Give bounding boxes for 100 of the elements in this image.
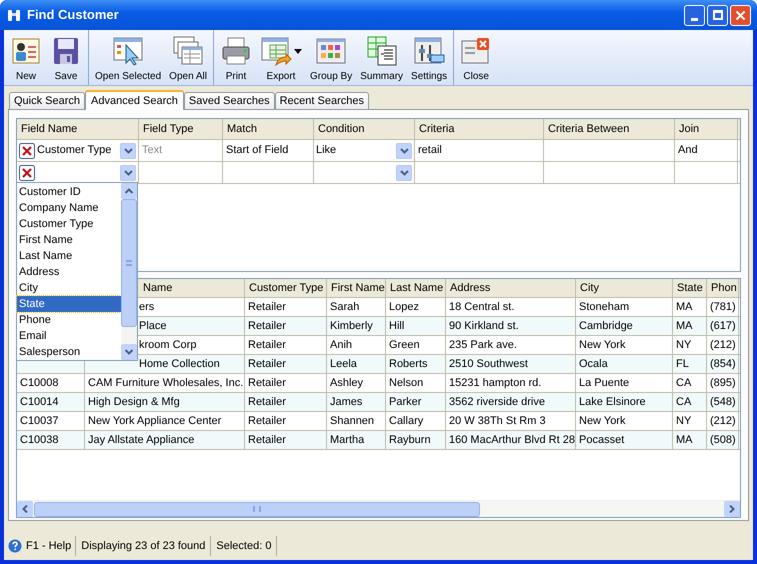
toolbar-button[interactable]: Open All [165, 30, 211, 85]
toolbar-button[interactable]: Summary [356, 30, 408, 85]
scroll-up-icon[interactable] [121, 183, 137, 199]
table-cell-text: (508) [710, 432, 736, 448]
toolbar-button[interactable]: Group By [306, 30, 356, 85]
column-header[interactable]: Join [675, 119, 738, 139]
tab[interactable]: Quick Search [9, 92, 86, 109]
table-cell-text: NY [676, 338, 692, 353]
dropdown-item[interactable]: Address [17, 264, 121, 280]
toolbar-button[interactable]: Open Selected [91, 30, 166, 85]
table-cell-text: (781) [710, 300, 736, 315]
column-header[interactable]: Phon [707, 279, 739, 297]
table-cell-text: Lake Elsinore [579, 394, 646, 410]
column-header[interactable]: Criteria [415, 119, 544, 139]
table-cell-text: Callary [389, 414, 424, 429]
table-cell-text: Hill [389, 318, 404, 334]
caret-icon[interactable] [294, 48, 302, 54]
column-header[interactable]: State [673, 279, 707, 297]
help-hint: F1 - Help [22, 536, 76, 556]
table-cell-text: Rayburn [389, 432, 431, 448]
delete-row-icon[interactable] [19, 164, 35, 180]
table-cell-text: 90 Kirkland st. [449, 318, 519, 334]
table-cell-text: 3562 riverside drive [449, 394, 545, 410]
table-cell-text: (212) [710, 338, 736, 353]
tab[interactable]: Saved Searches [184, 92, 275, 109]
table-cell-text: CAM Furniture Wholesales, Inc. [88, 376, 244, 391]
toolbar-button[interactable]: New [6, 30, 46, 85]
dropdown-item[interactable]: State [17, 296, 121, 312]
column-header[interactable]: Address [446, 279, 576, 297]
maximize-button[interactable] [707, 4, 728, 26]
table-cell-text: Martha [330, 432, 364, 448]
printer-icon [220, 35, 252, 67]
table-cell-text: Cambridge [579, 318, 633, 334]
table-cell-text: (212) [710, 414, 736, 429]
toolbar-button[interactable]: Save [46, 30, 86, 85]
table-cell-text: Place [139, 318, 167, 334]
scroll-thumb[interactable] [121, 199, 137, 327]
table-cell-text: C10014 [20, 394, 59, 410]
scroll-right-icon[interactable] [724, 501, 740, 517]
dropdown-item[interactable]: Last Name [17, 248, 121, 264]
table-cell-text: C10008 [20, 376, 59, 391]
scroll-left-icon[interactable] [17, 501, 33, 517]
table-cell-text: New York [579, 414, 626, 429]
table-cell-text: 2510 Southwest [449, 356, 528, 372]
minimize-button[interactable] [684, 4, 705, 26]
table-cell-text: FL [676, 356, 689, 372]
table-cell-text: Stoneham [579, 300, 630, 315]
delete-row-icon[interactable] [19, 142, 35, 158]
table-cell-text: CA [676, 394, 692, 410]
tab[interactable]: Recent Searches [274, 92, 369, 109]
table-cell-text: kroom Corp [139, 338, 196, 353]
toolbar-button[interactable]: Print [216, 30, 256, 85]
table-cell-text: Leela [330, 356, 357, 372]
field-name-value: Customer Type [37, 144, 112, 156]
table-cell-text: Retailer [248, 300, 286, 315]
vertical-scrollbar[interactable] [121, 183, 137, 360]
table-cell-text: 160 MacArthur Blvd Rt 28 [449, 432, 575, 448]
table-cell-text: Retailer [248, 394, 286, 410]
toolbar-button[interactable]: Close [456, 30, 496, 85]
table-cell-text: (617) [710, 318, 736, 334]
dropdown-item[interactable]: First Name [17, 232, 121, 248]
table-cell-text: Green [389, 338, 420, 353]
toolbar-button[interactable]: Settings [407, 30, 452, 85]
dropdown-item[interactable]: Email [17, 328, 121, 344]
table-cell-text: Ashley [330, 376, 364, 391]
dropdown-item[interactable]: Phone [17, 312, 121, 328]
table-cell-text: Text [142, 143, 162, 158]
column-header[interactable]: Field Type [139, 119, 223, 139]
table-cell-text: Retailer [248, 356, 286, 372]
table-cell-text: Retailer [248, 432, 286, 448]
table-cell-text: Home Collection [139, 356, 220, 372]
scroll-down-icon[interactable] [121, 344, 137, 360]
column-header[interactable]: City [576, 279, 673, 297]
sheet-list-icon [366, 35, 398, 67]
column-header[interactable]: Match [223, 119, 314, 139]
column-header[interactable]: Customer Type [245, 279, 327, 297]
column-header[interactable]: First Name [327, 279, 386, 297]
close-button[interactable] [730, 4, 751, 26]
condition-value: Like [316, 144, 336, 156]
table-cell-text: MA [676, 300, 692, 315]
table-cell-text: Retailer [248, 318, 286, 334]
scroll-thumb[interactable] [34, 502, 480, 516]
table-cell-text: 15231 hampton rd. [449, 376, 542, 391]
close-icon[interactable] [735, 10, 746, 20]
dropdown-item[interactable]: Salesperson [17, 344, 121, 360]
table-cell-text: (854) [710, 356, 736, 372]
stacked-windows-icon [172, 35, 204, 67]
column-header[interactable]: Condition [314, 119, 415, 139]
toolbar-button[interactable]: Export [256, 30, 306, 85]
table-cell-text: Jay Allstate Appliance [88, 432, 194, 448]
column-header[interactable]: Criteria Between [544, 119, 675, 139]
table-cell-text: Anih [330, 338, 352, 353]
dropdown-item[interactable]: Company Name [17, 200, 121, 216]
column-header[interactable]: Last Name [386, 279, 446, 297]
tab[interactable]: Advanced Search [85, 90, 184, 110]
dropdown-item[interactable]: Customer ID [17, 184, 121, 200]
table-cell-text: Kimberly [330, 318, 373, 334]
horizontal-scrollbar[interactable] [17, 500, 740, 517]
dropdown-item[interactable]: Customer Type [17, 216, 121, 232]
column-header[interactable]: Field Name [17, 119, 139, 139]
